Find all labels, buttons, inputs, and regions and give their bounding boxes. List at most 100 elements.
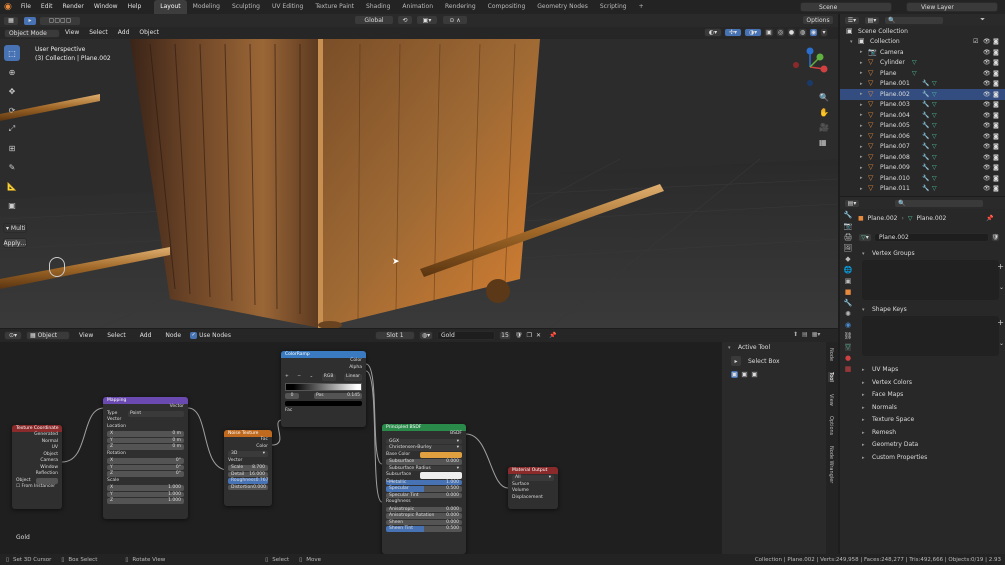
tab-texture-paint[interactable]: Texture Paint [309, 0, 360, 14]
modifier-icon[interactable]: 🔧 [922, 122, 929, 129]
vertex-groups-list[interactable]: + ⌄ [862, 260, 1004, 300]
pivot-dropdown[interactable]: ⟲ [397, 15, 413, 25]
view-layer-selector[interactable]: View Layer [906, 2, 998, 12]
editor-type-button[interactable]: ▦ [3, 15, 19, 26]
mode-subtract-icon[interactable]: ▣ [750, 370, 759, 379]
mapping-loc-y[interactable]: Y0 m [107, 437, 184, 443]
viewport-menu-view[interactable]: View [60, 26, 84, 40]
node-material-output[interactable]: Material Output All ▾ Surface Volume Disp… [508, 467, 558, 509]
expand-icon[interactable]: ▸ [860, 81, 868, 87]
active-tool-select-box[interactable]: ▸ Select Box [722, 354, 826, 368]
pin-icon[interactable]: 📌 [986, 215, 993, 222]
material-users[interactable]: 15 [498, 331, 511, 340]
eye-icon[interactable]: 👁 [983, 185, 991, 192]
node-menu-add[interactable]: Add [135, 329, 157, 343]
expand-icon[interactable]: ▸ [860, 70, 868, 76]
bsdf-subsurface-color[interactable]: Subsurface C... [382, 472, 466, 484]
camera-toggle-icon[interactable]: ◙ [993, 80, 999, 87]
node-mapping[interactable]: Mapping Vector Type Point Vector Location… [103, 397, 188, 519]
annotate-tool-icon[interactable]: ✎ [4, 159, 20, 175]
select-box-icon[interactable]: ▢▢▢▢ [39, 15, 81, 26]
expand-icon[interactable]: ▸ [860, 154, 868, 160]
camera-toggle-icon[interactable]: ◙ [993, 70, 999, 77]
sidebar-tab-tool[interactable]: Tool [828, 372, 834, 382]
modifier-icon[interactable]: 🔧 [922, 80, 929, 87]
data-tab-icon[interactable]: ▽ [845, 343, 851, 351]
modifier-icon[interactable]: 🔧 [922, 175, 929, 182]
node-type-dropdown[interactable]: ▦ Object [26, 331, 70, 340]
section-remesh[interactable]: ▸ Remesh [856, 427, 1005, 440]
filter-icon[interactable]: ⏷ [980, 16, 985, 24]
noise-roughness[interactable]: Roughness 0.767 [228, 478, 268, 484]
overlay-icon[interactable]: ◑▾ [744, 28, 762, 37]
ramp-color-mode[interactable]: RGB [321, 374, 336, 381]
mesh-data-icon[interactable]: ▽ [932, 154, 937, 161]
modifier-icon[interactable]: 🔧 [922, 143, 929, 150]
measure-tool-icon[interactable]: 📐 [4, 178, 20, 194]
modifier-tab-icon[interactable]: 🔧 [844, 299, 853, 307]
viewport-menu-add[interactable]: Add [113, 26, 135, 40]
mesh-data-icon[interactable]: ▽ [912, 59, 917, 66]
outliner-scene-collection[interactable]: ▣ Scene Collection [840, 26, 1005, 37]
fake-user-icon[interactable]: 🛡 [991, 233, 1000, 242]
node-menu-view[interactable]: View [74, 329, 98, 343]
mesh-data-icon[interactable]: ▽ [932, 80, 937, 87]
expand-icon[interactable]: ▸ [860, 60, 868, 66]
eye-icon[interactable]: 👁 [983, 112, 991, 119]
select-mode-icon[interactable]: ▸ [23, 15, 37, 26]
tab-geometry-nodes[interactable]: Geometry Nodes [531, 0, 594, 14]
node-menu-select[interactable]: Select [102, 329, 131, 343]
bsdf-specular-tint[interactable]: Specular Tint 0.000 [386, 492, 462, 498]
node-texture-coordinate[interactable]: Texture Coordinate Generated Normal UV O… [12, 425, 62, 509]
section-vertex-colors[interactable]: ▸ Vertex Colors [856, 377, 1005, 390]
render-tab-icon[interactable]: 📷 [844, 222, 853, 230]
camera-toggle-icon[interactable]: ◙ [993, 59, 999, 66]
scale-tool-icon[interactable]: ⤢ [4, 121, 20, 137]
outliner-item[interactable]: ▸ ▽ Plane.001 🔧 ▽ 👁 ◙ [840, 79, 1005, 90]
section-custom-properties[interactable]: ▸ Custom Properties [856, 452, 1005, 465]
eye-icon[interactable]: 👁 [983, 175, 991, 182]
mesh-data-icon[interactable]: ▽ [932, 112, 937, 119]
node-editor-type[interactable]: ⊙▾ [4, 331, 22, 340]
camera-view-icon[interactable]: 🎥 [819, 123, 829, 132]
expand-icon[interactable]: ▸ [860, 175, 868, 181]
pin-node-icon[interactable]: 📌 [549, 332, 556, 339]
section-texture-space[interactable]: ▸ Texture Space [856, 414, 1005, 427]
noise-detail[interactable]: Detail 16.000 [228, 471, 268, 477]
collection-tab-icon[interactable]: ▣ [845, 277, 852, 285]
eye-icon[interactable]: 👁 [983, 122, 991, 129]
mode-extend-icon[interactable]: ▣ [740, 370, 749, 379]
properties-editor-type[interactable]: ▤▾ [844, 198, 860, 208]
outliner-item[interactable]: ▸ ▽ Plane.005 🔧 ▽ 👁 ◙ [840, 121, 1005, 132]
last-operator-panel[interactable]: ▾ Multi [3, 223, 27, 233]
visibility-icon[interactable]: ◐▾ [704, 28, 722, 37]
modifier-icon[interactable]: 🔧 [922, 101, 929, 108]
camera-toggle-icon[interactable]: ◙ [993, 38, 999, 45]
material-browse[interactable]: ◍▾ [418, 331, 433, 340]
bsdf-anisotropic-rotation[interactable]: Anisotropic Rotation 0.000 [386, 513, 462, 519]
menu-file[interactable]: File [16, 0, 36, 14]
outliner-item[interactable]: ▸ ▽ Plane.008 🔧 ▽ 👁 ◙ [840, 152, 1005, 163]
colorramp-gradient[interactable] [285, 382, 362, 391]
camera-toggle-icon[interactable]: ◙ [993, 101, 999, 108]
ramp-stop-color[interactable] [285, 401, 362, 406]
menu-window[interactable]: Window [89, 0, 123, 14]
noise-scale[interactable]: Scale 8.700 [228, 465, 268, 471]
shading-dropdown[interactable]: ▾ [820, 28, 828, 37]
eye-icon[interactable]: 👁 [983, 70, 991, 77]
eye-icon[interactable]: 👁 [983, 49, 991, 56]
bsdf-subsurface-radius[interactable]: Subsurface Radius ▾ [386, 465, 462, 471]
camera-toggle-icon[interactable]: ◙ [993, 164, 999, 171]
tab-modeling[interactable]: Modeling [187, 0, 226, 14]
mapping-loc-x[interactable]: X0 m [107, 431, 184, 437]
bsdf-subsurface[interactable]: Subsurface 0.000 [386, 459, 462, 465]
outliner-item[interactable]: ▸ ▽ Plane.011 🔧 ▽ 👁 ◙ [840, 184, 1005, 195]
node-principled-bsdf[interactable]: Principled BSDF BSDF GGX ▾ Christensen-Bu… [382, 424, 466, 554]
camera-toggle-icon[interactable]: ◙ [993, 112, 999, 119]
shading-material-icon[interactable]: ◍ [798, 28, 807, 37]
outliner-search[interactable]: 🔍 [884, 15, 944, 25]
mesh-data-icon[interactable]: ▽ [932, 143, 937, 150]
section-face-maps[interactable]: ▸ Face Maps [856, 389, 1005, 402]
viewport-menu-select[interactable]: Select [84, 26, 113, 40]
outliner-item[interactable]: ▸ ▽ Plane ▽ 👁 ◙ [840, 68, 1005, 79]
